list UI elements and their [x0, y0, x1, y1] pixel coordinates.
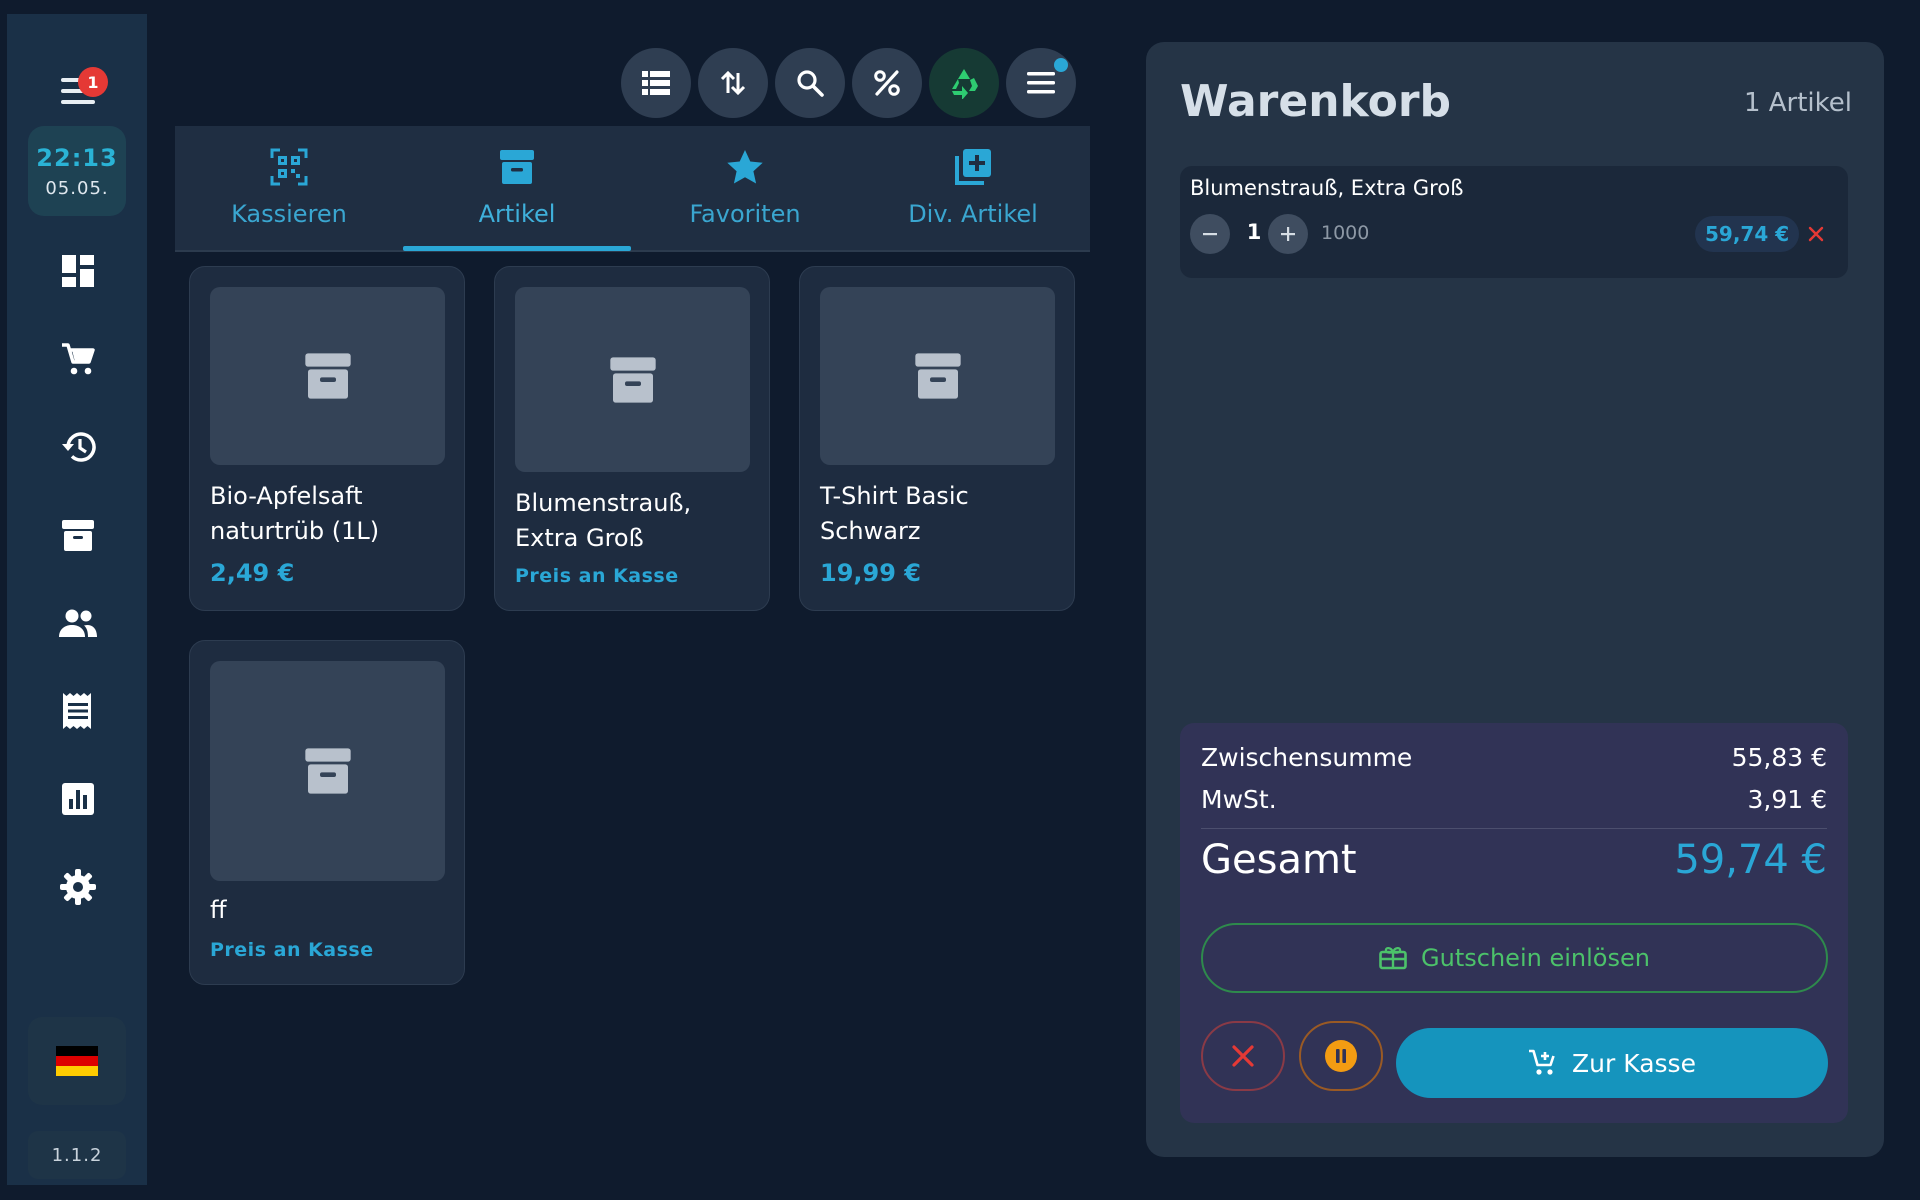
product-price: 19,99 €: [820, 559, 921, 587]
cart-summary: Zwischensumme 55,83 € MwSt. 3,91 € Gesam…: [1180, 723, 1848, 1123]
park-sale-button[interactable]: [1299, 1021, 1383, 1091]
cart-item-price[interactable]: 59,74 €: [1695, 216, 1800, 252]
sidebar: 1 22:13 05.05. 1.1.2: [7, 14, 147, 1185]
product-name: Bio-Apfelsaft naturtrüb (1L): [210, 482, 380, 545]
tab-label: Div. Artikel: [908, 200, 1038, 228]
pause-icon: [1325, 1040, 1357, 1072]
gift-card-icon: [1379, 947, 1407, 970]
language-selector[interactable]: [28, 1017, 126, 1105]
clock-date: 05.05.: [45, 177, 109, 199]
cart-item[interactable]: Blumenstrauß, Extra Groß 1 1000 59,74 €: [1180, 166, 1848, 278]
total-label: Gesamt: [1201, 837, 1357, 883]
product-thumbnail: [820, 287, 1055, 465]
redeem-voucher-button[interactable]: Gutschein einlösen: [1201, 923, 1828, 993]
tab-div-artikel[interactable]: Div. Artikel: [859, 126, 1087, 250]
de-flag-icon: [56, 1046, 98, 1076]
product-thumbnail: [210, 661, 445, 881]
minus-icon: [1203, 233, 1217, 236]
tab-label: Artikel: [478, 200, 556, 228]
discount-button[interactable]: [852, 48, 922, 118]
close-icon: [1808, 226, 1824, 242]
cancel-sale-button[interactable]: [1201, 1021, 1285, 1091]
subtotal-label: Zwischensumme: [1201, 743, 1413, 772]
remove-item-button[interactable]: [1802, 220, 1830, 248]
total-value: 59,74 €: [1674, 837, 1827, 883]
tab-kassieren[interactable]: Kassieren: [175, 126, 403, 250]
close-icon: [1232, 1045, 1254, 1067]
product-card[interactable]: T-Shirt Basic Schwarz 19,99 €: [799, 266, 1075, 611]
dashboard-icon[interactable]: [57, 250, 99, 292]
receipt-icon[interactable]: [57, 690, 99, 732]
product-card[interactable]: ff Preis an Kasse: [189, 640, 465, 985]
product-card[interactable]: Blumenstrauß, Extra Groß Preis an Kasse: [494, 266, 770, 611]
archive-icon[interactable]: [57, 514, 99, 556]
plus-icon: [1281, 227, 1295, 241]
product-card[interactable]: Bio-Apfelsaft naturtrüb (1L) 2,49 €: [189, 266, 465, 611]
tax-value: 3,91 €: [1747, 785, 1827, 814]
list-view-icon: [642, 71, 670, 95]
recycle-button[interactable]: [929, 48, 999, 118]
archive-icon: [609, 356, 656, 403]
report-icon[interactable]: [57, 778, 99, 820]
active-tab-indicator: [403, 246, 631, 251]
product-price: 2,49 €: [210, 559, 295, 587]
star-icon: [727, 150, 763, 184]
tab-label: Kassieren: [231, 200, 347, 228]
menu-icon: [1027, 72, 1055, 94]
qr-scan-icon: [270, 148, 308, 186]
subtotal-row: Zwischensumme 55,83 €: [1201, 743, 1827, 772]
product-thumbnail: [515, 287, 750, 472]
customers-icon[interactable]: [57, 602, 99, 644]
checkout-label: Zur Kasse: [1572, 1048, 1696, 1078]
product-name: ff: [210, 896, 227, 924]
checkout-button[interactable]: Zur Kasse: [1396, 1028, 1828, 1098]
cart-item-name: Blumenstrauß, Extra Groß: [1190, 176, 1464, 200]
subtotal-value: 55,83 €: [1731, 743, 1827, 772]
product-price: Preis an Kasse: [515, 565, 679, 587]
tab-label: Favoriten: [689, 200, 801, 228]
product-name: Blumenstrauß, Extra Groß: [515, 489, 692, 552]
tab-favoriten[interactable]: Favoriten: [631, 126, 859, 250]
archive-icon: [914, 353, 961, 399]
settings-icon[interactable]: [57, 866, 99, 908]
archive-icon: [304, 748, 351, 794]
total-row: Gesamt 59,74 €: [1201, 837, 1827, 883]
cart-item-quantity: 1: [1246, 220, 1262, 244]
product-thumbnail: [210, 287, 445, 465]
more-menu-button[interactable]: [1006, 48, 1076, 118]
product-name: T-Shirt Basic Schwarz: [820, 482, 969, 545]
cart-panel: Warenkorb 1 Artikel Blumenstrauß, Extra …: [1146, 42, 1884, 1157]
tab-bar: Kassieren Artikel Favoriten Div. Artikel: [175, 126, 1090, 252]
decrease-quantity-button[interactable]: [1190, 214, 1230, 254]
cart-item-sku: 1000: [1321, 222, 1370, 244]
search-button[interactable]: [775, 48, 845, 118]
tab-artikel[interactable]: Artikel: [403, 126, 631, 250]
recycle-icon: [952, 69, 978, 99]
history-icon[interactable]: [57, 426, 99, 468]
voucher-label: Gutschein einlösen: [1421, 944, 1650, 972]
sort-button[interactable]: [698, 48, 768, 118]
search-icon: [797, 70, 824, 97]
clock-time: 22:13: [36, 143, 118, 172]
archive-icon: [500, 150, 534, 184]
list-view-button[interactable]: [621, 48, 691, 118]
tax-row: MwSt. 3,91 €: [1201, 785, 1827, 814]
clock: 22:13 05.05.: [28, 126, 126, 216]
notification-badge: 1: [78, 67, 108, 97]
sort-icon: [720, 70, 746, 96]
cart-add-icon: [1529, 1049, 1555, 1075]
app-version: 1.1.2: [28, 1131, 126, 1179]
cart-icon[interactable]: [57, 338, 99, 380]
product-price: Preis an Kasse: [210, 939, 374, 961]
increase-quantity-button[interactable]: [1268, 214, 1308, 254]
cart-item-count: 1 Artikel: [1743, 88, 1852, 118]
discount-icon: [874, 70, 900, 96]
archive-icon: [304, 353, 351, 399]
cart-title: Warenkorb: [1180, 76, 1452, 127]
tax-label: MwSt.: [1201, 785, 1277, 814]
summary-divider: [1201, 828, 1827, 829]
add-item-icon: [955, 149, 991, 185]
menu-notification-dot: [1054, 58, 1068, 72]
